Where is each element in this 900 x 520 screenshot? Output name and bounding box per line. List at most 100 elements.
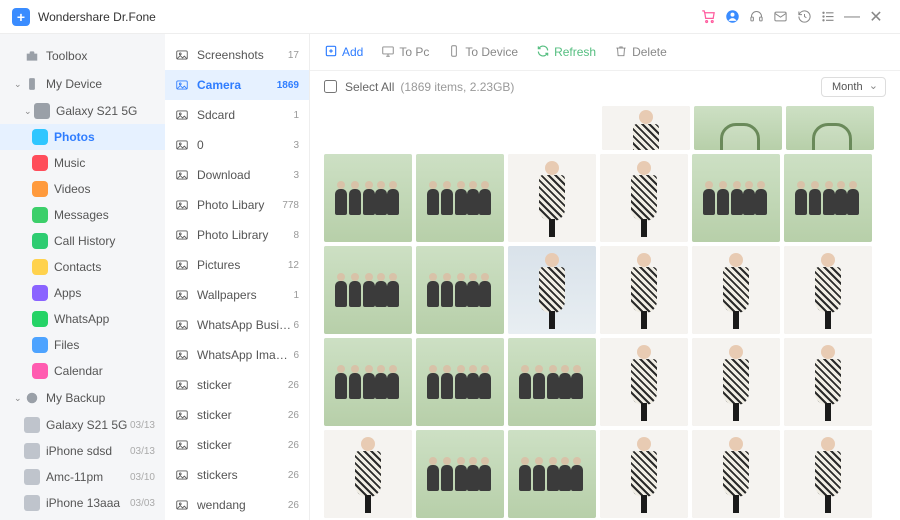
photo-thumb[interactable] (416, 154, 504, 242)
folder-label: Pictures (197, 258, 288, 272)
folder-label: WhatsApp Images (197, 348, 293, 362)
photo-thumb[interactable] (602, 106, 690, 150)
folder-count: 26 (288, 500, 299, 511)
photo-thumb[interactable] (786, 106, 874, 150)
backup-item[interactable]: Galaxy S21 5G03/13 (0, 412, 165, 438)
backup-label: Galaxy S21 5G (46, 418, 127, 432)
folder-item[interactable]: Photo Libary778 (165, 190, 309, 220)
toolbar: Add To Pc To Device Refresh Delete (310, 34, 900, 70)
sidebar-item-label: WhatsApp (54, 312, 109, 326)
photo-thumb[interactable] (324, 246, 412, 334)
phone-icon (24, 417, 40, 433)
folder-item[interactable]: Screenshots17 (165, 40, 309, 70)
backup-item[interactable]: iPhone 13aaa03/03 (0, 490, 165, 516)
folder-item[interactable]: Download3 (165, 160, 309, 190)
folder-item[interactable]: WhatsApp Images6 (165, 340, 309, 370)
photo-thumb[interactable] (508, 430, 596, 518)
photo-thumb[interactable] (324, 338, 412, 426)
sidebar-item-calendar[interactable]: Calendar (0, 358, 165, 384)
sidebar-item-apps[interactable]: Apps (0, 280, 165, 306)
delete-icon (614, 44, 628, 61)
sidebar-item-call-history[interactable]: Call History (0, 228, 165, 254)
headset-icon[interactable] (744, 5, 768, 29)
photo-thumb[interactable] (784, 338, 872, 426)
photo-thumb[interactable] (784, 246, 872, 334)
photo-thumb[interactable] (416, 430, 504, 518)
folder-item[interactable]: Photo Library8 (165, 220, 309, 250)
folder-item[interactable]: 03 (165, 130, 309, 160)
folder-item[interactable]: Sdcard1 (165, 100, 309, 130)
photo-thumb[interactable] (784, 430, 872, 518)
photo-thumb[interactable] (508, 246, 596, 334)
photo-thumb[interactable] (324, 154, 412, 242)
mail-icon[interactable] (768, 5, 792, 29)
to-device-button[interactable]: To Device (447, 44, 518, 61)
backup-label: iPhone 13aaa (46, 496, 120, 510)
sidebar-item-photos[interactable]: Photos (0, 124, 165, 150)
photo-thumb[interactable] (692, 430, 780, 518)
folder-label: stickers (197, 468, 288, 482)
photo-thumb[interactable] (416, 338, 504, 426)
folder-list: Screenshots17Camera1869Sdcard103Download… (165, 34, 310, 520)
photo-thumb[interactable] (600, 338, 688, 426)
folder-item[interactable]: WhatsApp Busin...6 (165, 310, 309, 340)
sidebar-item-videos[interactable]: Videos (0, 176, 165, 202)
sidebar-item-contacts[interactable]: Contacts (0, 254, 165, 280)
photo-thumb[interactable] (324, 430, 412, 518)
sidebar-item-label: Apps (54, 286, 81, 300)
history-icon[interactable] (792, 5, 816, 29)
folder-item[interactable]: sticker26 (165, 370, 309, 400)
photo-thumb[interactable] (508, 154, 596, 242)
folder-item[interactable]: stickers26 (165, 460, 309, 490)
phone-icon (24, 495, 40, 511)
user-icon[interactable] (720, 5, 744, 29)
sidebar-item-messages[interactable]: Messages (0, 202, 165, 228)
photo-thumb[interactable] (600, 154, 688, 242)
photo-thumb[interactable] (416, 246, 504, 334)
add-button[interactable]: Add (324, 44, 363, 61)
group-select[interactable]: Month (821, 77, 886, 97)
app-icon (32, 155, 48, 171)
backup-item[interactable]: iPhone sdsd03/13 (0, 438, 165, 464)
backup-item[interactable]: Amc-11pm03/10 (0, 464, 165, 490)
folder-item[interactable]: wendang26 (165, 490, 309, 520)
photo-thumb[interactable] (694, 106, 782, 150)
sidebar-device[interactable]: ⌄ Galaxy S21 5G (0, 98, 165, 124)
photo-thumb[interactable] (784, 154, 872, 242)
folder-item[interactable]: Wallpapers1 (165, 280, 309, 310)
folder-item[interactable]: sticker26 (165, 400, 309, 430)
image-folder-icon (175, 468, 189, 482)
select-all-checkbox[interactable] (324, 80, 337, 93)
to-pc-button[interactable]: To Pc (381, 44, 429, 61)
photo-thumb[interactable] (692, 246, 780, 334)
sidebar-mybackup[interactable]: ⌄ My Backup (0, 384, 165, 412)
photo-thumb[interactable] (508, 338, 596, 426)
folder-item[interactable]: Pictures12 (165, 250, 309, 280)
minimize-button[interactable]: — (840, 5, 864, 29)
sidebar-item-files[interactable]: Files (0, 332, 165, 358)
folder-count: 3 (293, 140, 299, 151)
folder-item[interactable]: Camera1869 (165, 70, 309, 100)
folder-item[interactable]: sticker26 (165, 430, 309, 460)
folder-label: Sdcard (197, 108, 293, 122)
folder-count: 6 (293, 320, 299, 331)
folder-count: 1 (293, 110, 299, 121)
folder-label: sticker (197, 378, 288, 392)
cart-icon[interactable] (696, 5, 720, 29)
delete-button[interactable]: Delete (614, 44, 667, 61)
backup-item[interactable]: iPhone 12 mini03/03 (0, 516, 165, 520)
photo-thumb[interactable] (692, 338, 780, 426)
photo-thumb[interactable] (692, 154, 780, 242)
close-button[interactable]: ✕ (864, 5, 888, 29)
photo-thumb[interactable] (600, 246, 688, 334)
menu-icon[interactable] (816, 5, 840, 29)
sidebar-toolbox[interactable]: Toolbox (0, 42, 165, 70)
to-device-icon (447, 44, 461, 61)
app-icon (32, 363, 48, 379)
sidebar-item-music[interactable]: Music (0, 150, 165, 176)
photo-thumb[interactable] (600, 430, 688, 518)
sidebar-mydevice[interactable]: ⌄ My Device (0, 70, 165, 98)
refresh-button[interactable]: Refresh (536, 44, 596, 61)
sidebar-item-whatsapp[interactable]: WhatsApp (0, 306, 165, 332)
photo-grid[interactable] (310, 102, 900, 520)
